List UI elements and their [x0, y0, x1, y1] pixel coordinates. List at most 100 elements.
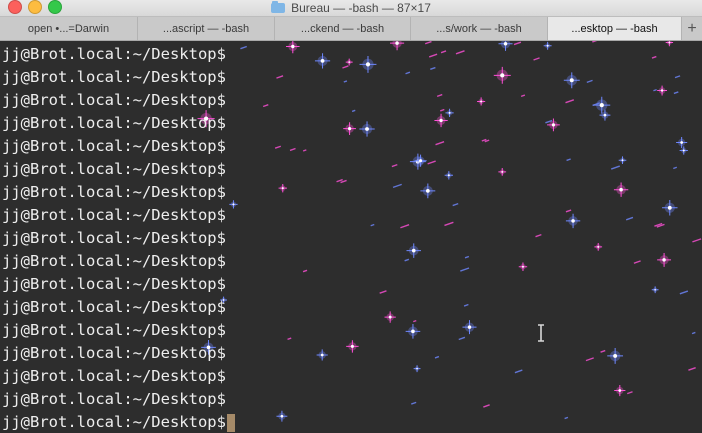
star-streak	[535, 233, 542, 238]
terminal-line: jj@Brot.local:~/Desktop$	[2, 160, 226, 178]
star-particle	[498, 41, 513, 51]
star-streak	[688, 366, 696, 371]
star-particle	[498, 168, 507, 176]
tab-desktop[interactable]: ...esktop — -bash	[548, 17, 682, 40]
star-particle	[547, 118, 560, 132]
terminal-line: jj@Brot.local:~/Desktop$	[2, 411, 422, 433]
star-streak	[586, 79, 593, 84]
star-streak	[520, 94, 526, 98]
star-streak	[513, 41, 522, 46]
star-streak	[533, 57, 540, 61]
terminal-line: jj@Brot.local:~/Desktop$	[2, 206, 226, 224]
star-particle	[657, 85, 668, 96]
star-streak	[626, 391, 633, 395]
terminal-window: Bureau — -bash — 87×17 open •...=Darwin …	[0, 0, 702, 433]
terminal-line: jj@Brot.local:~/Desktop$	[2, 321, 226, 339]
star-particle	[679, 146, 688, 155]
star-streak	[463, 303, 469, 307]
folder-icon	[271, 1, 286, 13]
star-streak	[600, 349, 606, 353]
tab-work[interactable]: ...s/work — -bash	[411, 17, 548, 40]
terminal-line: jj@Brot.local:~/Desktop$	[2, 91, 226, 109]
terminal-line: jj@Brot.local:~/Desktop$	[2, 344, 226, 362]
star-particle	[593, 96, 611, 114]
tab-label: ...ckend — -bash	[300, 22, 385, 35]
tab-ckend[interactable]: ...ckend — -bash	[275, 17, 411, 40]
star-particle	[444, 171, 454, 180]
star-particle	[607, 348, 624, 364]
tab-label: ...esktop — -bash	[571, 22, 658, 35]
tab-bar: open •...=Darwin ...ascript — -bash ...c…	[0, 17, 702, 41]
star-particle	[565, 213, 581, 229]
star-streak	[565, 99, 575, 104]
star-streak	[434, 355, 440, 359]
star-particle	[563, 72, 580, 89]
star-streak	[679, 290, 689, 295]
star-streak	[610, 165, 621, 170]
star-particle	[543, 41, 552, 50]
star-particle	[493, 66, 511, 84]
star-streak	[483, 404, 490, 408]
star-streak	[673, 91, 679, 95]
star-streak	[592, 41, 598, 43]
terminal-line: jj@Brot.local:~/Desktop$	[2, 68, 226, 86]
star-particle	[477, 97, 486, 106]
star-streak	[458, 336, 466, 341]
terminal-line: jj@Brot.local:~/Desktop$	[2, 183, 226, 201]
star-particle	[445, 108, 454, 117]
terminal-lines: jj@Brot.local:~/Desktop$ jj@Brot.local:~/…	[2, 43, 422, 433]
star-streak	[436, 93, 443, 98]
terminal-line: jj@Brot.local:~/Desktop$	[2, 45, 226, 63]
tab-label: open •...=Darwin	[27, 22, 110, 35]
star-particle	[665, 41, 674, 47]
star-streak	[692, 238, 702, 243]
star-streak	[427, 160, 436, 165]
terminal-cursor	[226, 413, 235, 432]
terminal-line: jj@Brot.local:~/Desktop$	[2, 229, 226, 247]
star-streak	[674, 75, 681, 79]
terminal-line: jj@Brot.local:~/Desktop$	[2, 137, 226, 155]
terminal-line: jj@Brot.local:~/Desktop$	[2, 367, 226, 385]
star-particle	[657, 252, 672, 267]
star-streak	[653, 88, 657, 92]
star-streak	[460, 267, 470, 272]
window-title-group: Bureau — -bash — 87×17	[0, 0, 702, 16]
terminal-line: jj@Brot.local:~/Desktop$	[2, 252, 226, 270]
tab-label: ...ascript — -bash	[162, 22, 250, 35]
star-streak	[585, 357, 594, 362]
star-streak	[625, 216, 634, 221]
tab-ascript[interactable]: ...ascript — -bash	[138, 17, 275, 40]
star-particle	[599, 109, 611, 121]
star-particle	[662, 200, 678, 216]
star-streak	[428, 53, 438, 58]
terminal-line: jj@Brot.local:~/Desktop$	[2, 390, 226, 408]
star-particle	[594, 243, 603, 251]
new-tab-button[interactable]: +	[682, 17, 702, 40]
star-streak	[440, 108, 445, 112]
text-cursor-icon	[538, 324, 544, 342]
title-bar[interactable]: Bureau — -bash — 87×17	[0, 0, 702, 17]
star-streak	[430, 66, 436, 70]
terminal-content[interactable]: jj@Brot.local:~/Desktop$ jj@Brot.local:~/…	[0, 41, 702, 433]
star-streak	[464, 255, 470, 259]
tab-label: ...s/work — -bash	[436, 22, 522, 35]
terminal-line: jj@Brot.local:~/Desktop$	[2, 298, 226, 316]
terminal-line: jj@Brot.local:~/Desktop$	[2, 275, 226, 293]
star-streak	[452, 202, 459, 207]
star-streak	[440, 50, 447, 54]
star-streak	[424, 41, 432, 45]
star-particle	[420, 183, 436, 199]
star-particle	[676, 136, 688, 149]
star-particle	[651, 286, 659, 294]
plus-icon: +	[687, 19, 697, 37]
star-streak	[435, 141, 445, 146]
tab-open-darwin[interactable]: open •...=Darwin	[0, 17, 138, 40]
star-streak	[651, 55, 657, 59]
star-streak	[566, 158, 571, 162]
star-streak	[564, 416, 569, 420]
star-particle	[518, 262, 528, 271]
star-streak	[691, 331, 696, 335]
star-streak	[565, 209, 572, 213]
star-particle	[434, 113, 448, 128]
star-streak	[514, 369, 523, 374]
